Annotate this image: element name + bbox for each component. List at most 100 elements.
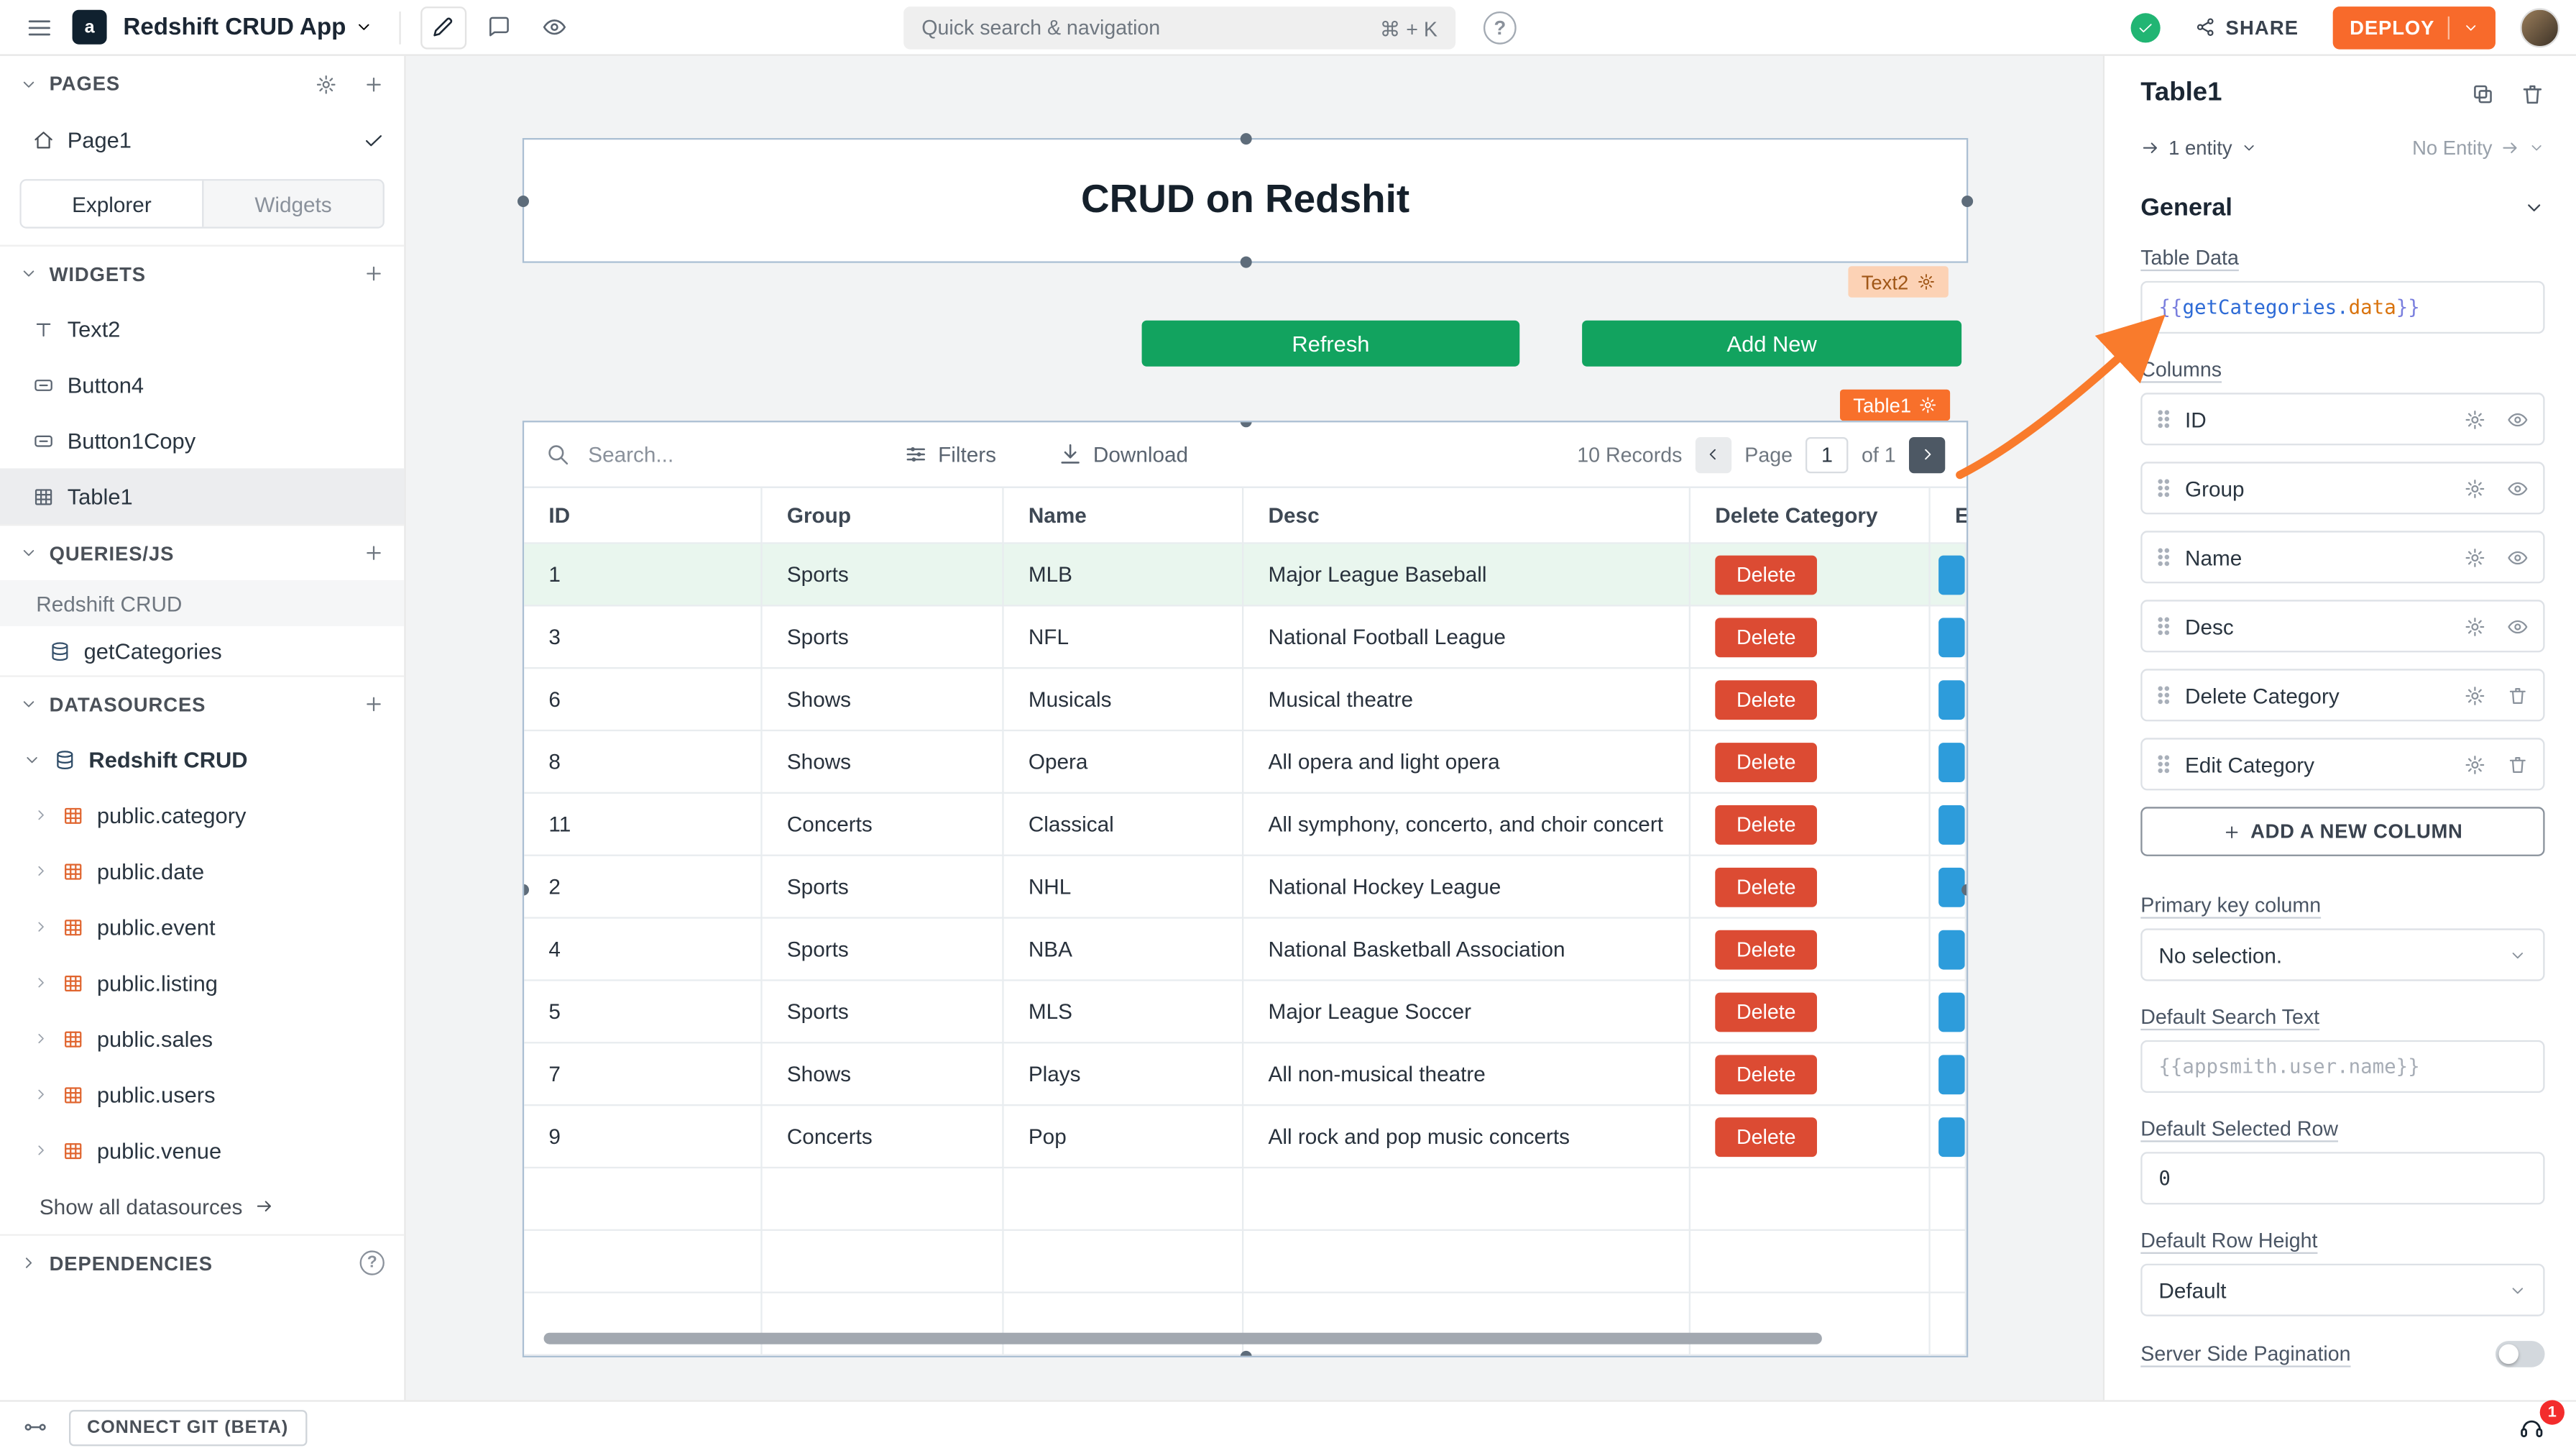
chevron-right-icon[interactable]: [33, 807, 50, 823]
eye-icon[interactable]: [2507, 408, 2529, 430]
chevron-down-icon[interactable]: [19, 544, 37, 562]
delete-button[interactable]: Delete: [1715, 617, 1817, 656]
plus-icon[interactable]: [363, 73, 385, 95]
add-new-button[interactable]: Add New: [1582, 321, 1961, 367]
queries-section-header[interactable]: QUERIES/JS: [0, 524, 404, 580]
comment-mode-icon[interactable]: [476, 6, 522, 48]
gear-icon[interactable]: [2465, 408, 2486, 430]
sidebar-item-public-venue[interactable]: public.venue: [0, 1122, 404, 1178]
avatar[interactable]: [2520, 7, 2559, 47]
chevron-right-icon[interactable]: [33, 1142, 50, 1159]
gear-icon[interactable]: [316, 73, 337, 95]
sidebar-item-public-date[interactable]: public.date: [0, 843, 404, 899]
drag-handle-icon[interactable]: [2157, 616, 2170, 636]
edit-button-clipped[interactable]: [1938, 617, 1965, 656]
tab-widgets[interactable]: Widgets: [202, 180, 382, 226]
table-search[interactable]: [546, 441, 815, 469]
delete-button[interactable]: Delete: [1715, 805, 1817, 844]
chevron-right-icon[interactable]: [33, 919, 50, 935]
column-item-desc[interactable]: Desc: [2140, 600, 2544, 652]
show-all-datasources-link[interactable]: Show all datasources: [0, 1178, 404, 1234]
column-header-edit-category[interactable]: Ec: [1931, 488, 1969, 544]
chevron-down-icon[interactable]: [19, 265, 37, 283]
table-data-input[interactable]: {{getCategories.data}}: [2140, 281, 2544, 334]
edit-button-clipped[interactable]: [1938, 805, 1965, 844]
eye-icon[interactable]: [2507, 546, 2529, 568]
add-new-column-button[interactable]: ADD A NEW COLUMN: [2140, 807, 2544, 856]
chevron-right-icon[interactable]: [33, 974, 50, 991]
datasources-section-header[interactable]: DATASOURCES: [0, 675, 404, 731]
text-widget-title[interactable]: CRUD on Redshit: [523, 138, 1968, 263]
drag-handle-icon[interactable]: [2157, 478, 2170, 498]
table-row[interactable]: 5 Sports MLS Major League Soccer Delete: [524, 981, 1966, 1044]
sidebar-item-public-users[interactable]: public.users: [0, 1066, 404, 1122]
sidebar-item-table1[interactable]: Table1: [0, 468, 404, 524]
plus-icon[interactable]: [363, 694, 385, 715]
sidebar-item-button1copy[interactable]: Button1Copy: [0, 413, 404, 469]
eye-icon[interactable]: [2507, 615, 2529, 637]
gear-icon[interactable]: [1920, 396, 1938, 414]
table-row[interactable]: 2 Sports NHL National Hockey League Dele…: [524, 856, 1966, 919]
pages-section-header[interactable]: PAGES: [0, 56, 404, 112]
deploy-button[interactable]: DEPLOY: [2333, 6, 2496, 48]
table-row[interactable]: 7 Shows Plays All non-musical theatre De…: [524, 1043, 1966, 1106]
incoming-entities[interactable]: 1 entity: [2140, 137, 2257, 160]
sidebar-item-getcategories[interactable]: getCategories: [0, 626, 404, 676]
table-widget[interactable]: Filters Download 10 Records Page of 1 ID: [523, 421, 1968, 1357]
edit-button-clipped[interactable]: [1938, 1054, 1965, 1094]
sidebar-item-public-listing[interactable]: public.listing: [0, 955, 404, 1011]
resize-handle[interactable]: [1240, 257, 1251, 268]
gear-icon[interactable]: [1917, 272, 1935, 290]
refresh-button[interactable]: Refresh: [1142, 321, 1520, 367]
sidebar-item-page1[interactable]: Page1: [0, 111, 404, 168]
resize-handle[interactable]: [1961, 195, 1973, 206]
sidebar-item-public-event[interactable]: public.event: [0, 899, 404, 955]
column-header-group[interactable]: Group: [763, 488, 1004, 544]
gear-icon[interactable]: [2465, 615, 2486, 637]
edit-button-clipped[interactable]: [1938, 554, 1965, 594]
edit-button-clipped[interactable]: [1938, 742, 1965, 781]
text2-widget-tag[interactable]: Text2: [1848, 266, 1948, 297]
gear-icon[interactable]: [2465, 684, 2486, 706]
gear-icon[interactable]: [2465, 753, 2486, 775]
column-item-edit-category[interactable]: Edit Category: [2140, 738, 2544, 790]
default-row-height-select[interactable]: Default: [2140, 1264, 2544, 1316]
tab-explorer[interactable]: Explorer: [22, 180, 202, 226]
copy-widget-icon[interactable]: [2471, 81, 2496, 106]
table-row[interactable]: 3 Sports NFL National Football League De…: [524, 606, 1966, 669]
sidebar-item-public-category[interactable]: public.category: [0, 787, 404, 843]
delete-button[interactable]: Delete: [1715, 742, 1817, 781]
canvas[interactable]: CRUD on Redshit Text2 Refresh Add New Ta…: [406, 56, 2103, 1401]
support-button[interactable]: 1: [2511, 1408, 2553, 1447]
drag-handle-icon[interactable]: [2157, 685, 2170, 705]
table-row[interactable]: 6 Shows Musicals Musical theatre Delete: [524, 669, 1966, 731]
eye-icon[interactable]: [2507, 477, 2529, 499]
quick-search[interactable]: Quick search & navigation ⌘ + K: [903, 6, 1455, 49]
edit-button-clipped[interactable]: [1938, 930, 1965, 969]
chevron-down-icon[interactable]: [23, 750, 41, 768]
column-item-name[interactable]: Name: [2140, 531, 2544, 583]
delete-button[interactable]: Delete: [1715, 867, 1817, 907]
sidebar-item-button4[interactable]: Button4: [0, 357, 404, 413]
chevron-right-icon[interactable]: [33, 1030, 50, 1047]
delete-button[interactable]: Delete: [1715, 679, 1817, 719]
download-button[interactable]: Download: [1049, 441, 1198, 469]
sidebar-item-datasource-redshift-crud[interactable]: Redshift CRUD: [0, 731, 404, 787]
chevron-right-icon[interactable]: [33, 1086, 50, 1103]
delete-button[interactable]: Delete: [1715, 991, 1817, 1031]
hamburger-menu-icon[interactable]: [17, 6, 63, 48]
gear-icon[interactable]: [2465, 546, 2486, 568]
question-icon[interactable]: ?: [360, 1250, 385, 1275]
chevron-down-icon[interactable]: [2462, 19, 2479, 35]
drag-handle-icon[interactable]: [2157, 409, 2170, 428]
dependencies-section-header[interactable]: DEPENDENCIES ?: [0, 1234, 404, 1291]
table-row[interactable]: 11 Concerts Classical All symphony, conc…: [524, 794, 1966, 856]
delete-button[interactable]: Delete: [1715, 930, 1817, 969]
preview-mode-icon[interactable]: [532, 6, 578, 48]
delete-button[interactable]: Delete: [1715, 1054, 1817, 1094]
table-search-input[interactable]: [585, 441, 815, 469]
delete-button[interactable]: Delete: [1715, 1117, 1817, 1156]
edit-button-clipped[interactable]: [1938, 1117, 1965, 1156]
edit-button-clipped[interactable]: [1938, 679, 1965, 719]
column-item-delete-category[interactable]: Delete Category: [2140, 669, 2544, 721]
